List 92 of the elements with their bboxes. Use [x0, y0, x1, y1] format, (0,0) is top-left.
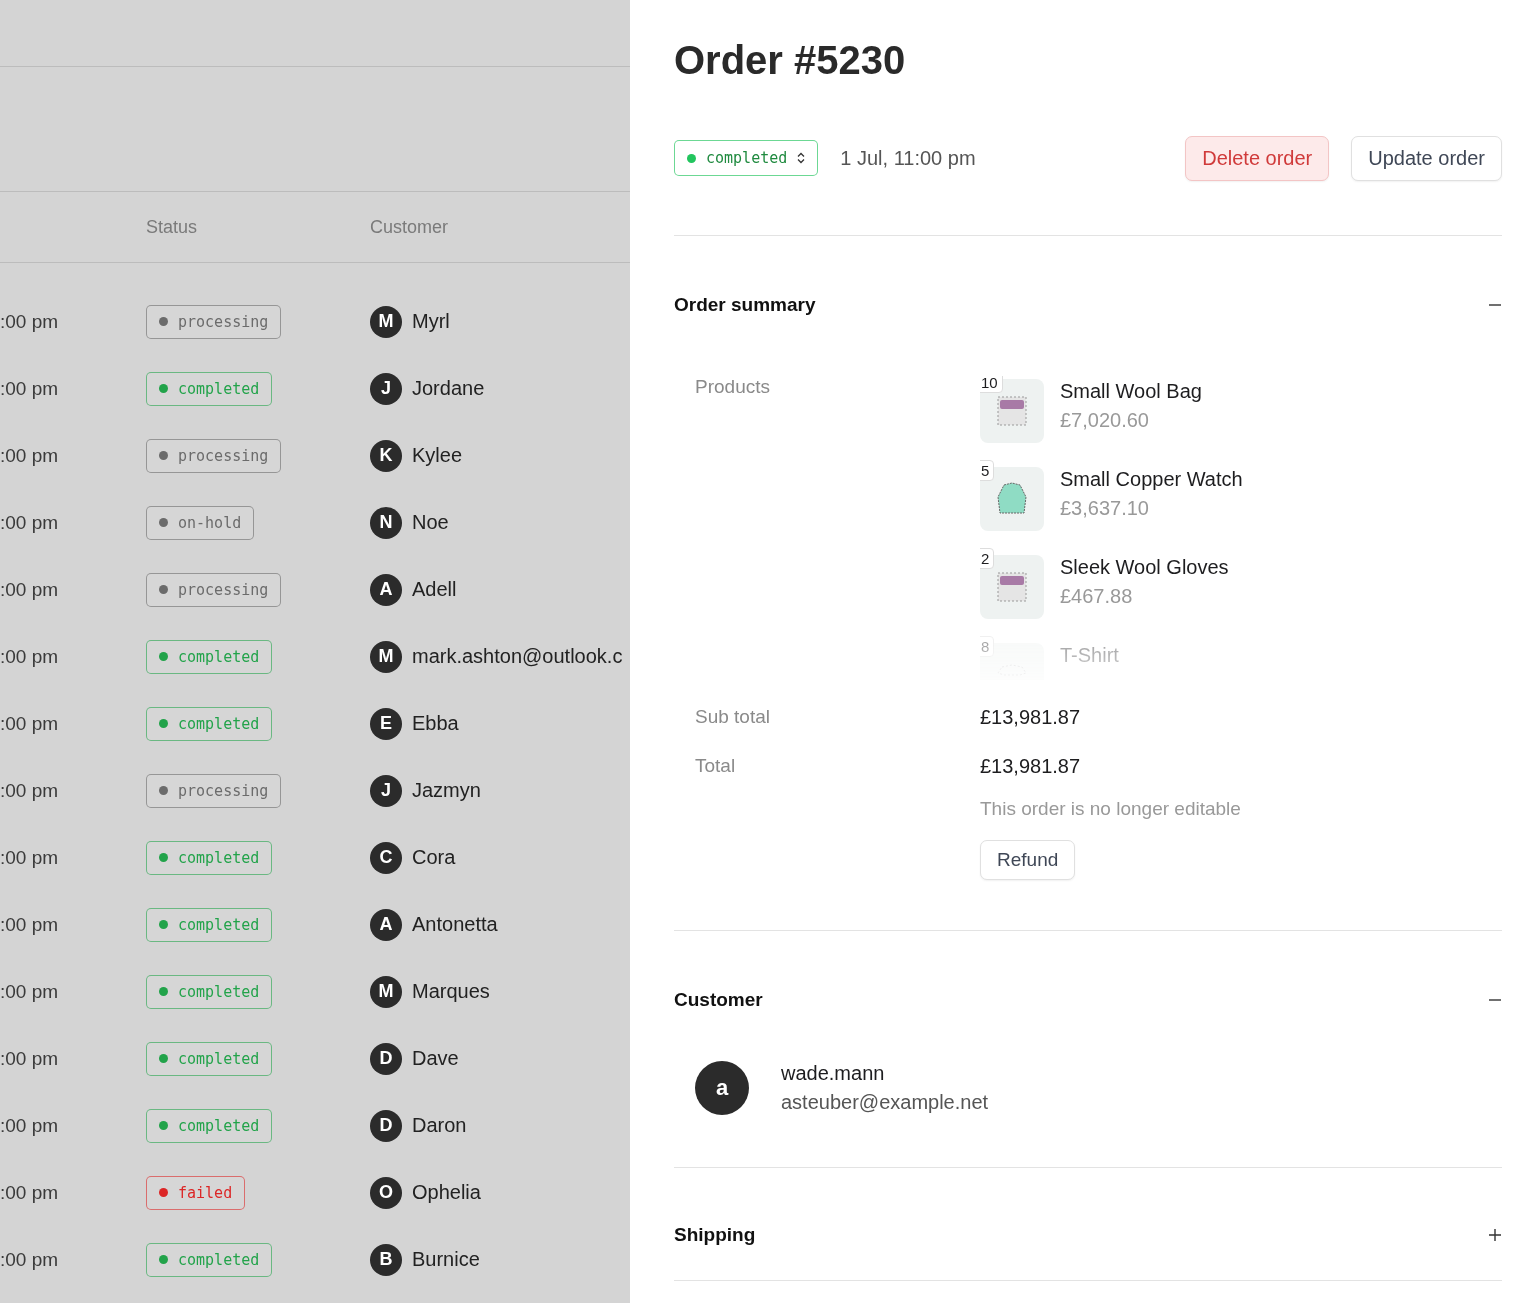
order-time: :00 pm	[0, 712, 60, 735]
order-time: :00 pm	[0, 1047, 60, 1070]
status-badge: processing	[146, 572, 282, 607]
customer-avatar: J	[370, 774, 402, 807]
expand-icon[interactable]	[1488, 1228, 1502, 1242]
customer-email: asteuber@example.net	[781, 1091, 989, 1114]
order-time: :00 pm	[0, 913, 60, 936]
order-time: :00 pm	[0, 377, 60, 400]
status-badge: processing	[146, 773, 282, 808]
column-header: Status	[146, 216, 199, 238]
total-value: £13,981.87	[980, 706, 1082, 729]
status-badge: completed	[146, 706, 273, 741]
product-image	[980, 555, 1044, 619]
status-badge: completed	[146, 840, 273, 875]
order-time: :00 pm	[0, 645, 60, 668]
customer-name[interactable]: Ophelia	[412, 1181, 481, 1204]
product-price: £3,637.10	[1060, 497, 1150, 520]
customer-name[interactable]: Adell	[412, 578, 457, 601]
customer-name[interactable]: Jordane	[412, 377, 485, 400]
status-badge: on-hold	[146, 505, 255, 540]
status-badge: completed	[146, 974, 273, 1009]
customer-name[interactable]: Noe	[412, 511, 449, 534]
product-price: £467.88	[1060, 585, 1134, 608]
products-label: Products	[695, 376, 771, 399]
customer-avatar: M	[370, 640, 402, 673]
customer-avatar: J	[370, 372, 402, 405]
status-badge: completed	[146, 639, 273, 674]
customer-avatar: B	[370, 1243, 402, 1276]
status-badge: completed	[146, 907, 273, 942]
order-date: 1 Jul, 11:00 pm	[840, 146, 976, 170]
not-editable-note: This order is no longer editable	[980, 798, 1242, 820]
customer-username: wade.mann	[781, 1062, 886, 1085]
customer-avatar: K	[370, 439, 402, 472]
customer-avatar: O	[370, 1176, 402, 1209]
order-time: :00 pm	[0, 1114, 60, 1137]
delete-button[interactable]: Delete order	[1185, 135, 1330, 181]
customer-name[interactable]: Kylee	[412, 444, 463, 467]
order-time: :00 pm	[0, 310, 60, 333]
customer-avatar: A	[370, 908, 402, 941]
status-badge: failed	[146, 1175, 246, 1210]
status-badge: processing	[146, 438, 282, 473]
order-time: :00 pm	[0, 846, 60, 869]
product-name: Small Copper Watch	[1060, 468, 1243, 491]
customer-name[interactable]: Cora	[412, 846, 456, 869]
customer-avatar: a	[695, 1061, 749, 1115]
product-name: T-Shirt	[1060, 644, 1119, 667]
product-name: Small Wool Bag	[1060, 380, 1202, 403]
customer-avatar: C	[370, 841, 402, 874]
status-badge: completed	[146, 1041, 273, 1076]
order-time: :00 pm	[0, 1248, 60, 1271]
customer-avatar: D	[370, 1109, 402, 1142]
order-time: :00 pm	[0, 578, 60, 601]
update-button[interactable]: Update order	[1351, 135, 1502, 181]
customer-name[interactable]: Daron	[412, 1114, 467, 1137]
customer-name[interactable]: Dave	[412, 1047, 459, 1070]
product-image	[980, 467, 1044, 531]
status-badge: completed	[146, 1242, 273, 1277]
customer-name[interactable]: Ebba	[412, 712, 459, 735]
customer-name[interactable]: Burnice	[412, 1248, 480, 1271]
customer-avatar: E	[370, 707, 402, 740]
section-title: Shipping	[674, 1224, 756, 1246]
order-title: Order #5230	[674, 38, 907, 83]
refund-button[interactable]: Refund	[980, 840, 1076, 880]
customer-avatar: D	[370, 1042, 402, 1075]
customer-name[interactable]: mark.ashton@outlook.c	[412, 645, 623, 668]
total-label: Total	[695, 755, 737, 778]
order-time: :00 pm	[0, 779, 60, 802]
section-title: Customer	[674, 989, 763, 1011]
status-select[interactable]: completed	[674, 140, 819, 176]
customer-avatar: A	[370, 573, 402, 606]
customer-name[interactable]: Myrl	[412, 310, 450, 333]
product-name: Sleek Wool Gloves	[1060, 556, 1229, 579]
customer-avatar: M	[370, 305, 402, 338]
status-badge: completed	[146, 371, 273, 406]
section-title: Order summary	[674, 294, 816, 316]
customer-avatar: M	[370, 975, 402, 1008]
order-time: :00 pm	[0, 1181, 60, 1204]
chevron-updown-icon	[797, 152, 806, 164]
order-time: :00 pm	[0, 444, 60, 467]
total-label: Sub total	[695, 706, 771, 729]
status-badge: completed	[146, 1108, 273, 1143]
customer-name[interactable]: Marques	[412, 980, 490, 1003]
column-header: Customer	[370, 216, 450, 238]
product-price: £7,020.60	[1060, 409, 1150, 432]
customer-name[interactable]: Antonetta	[412, 913, 498, 936]
status-badge: processing	[146, 304, 282, 339]
customer-avatar: N	[370, 506, 402, 539]
product-image	[980, 379, 1044, 443]
total-value: £13,981.87	[980, 755, 1082, 778]
order-time: :00 pm	[0, 980, 60, 1003]
order-time: :00 pm	[0, 511, 60, 534]
customer-name[interactable]: Jazmyn	[412, 779, 481, 802]
